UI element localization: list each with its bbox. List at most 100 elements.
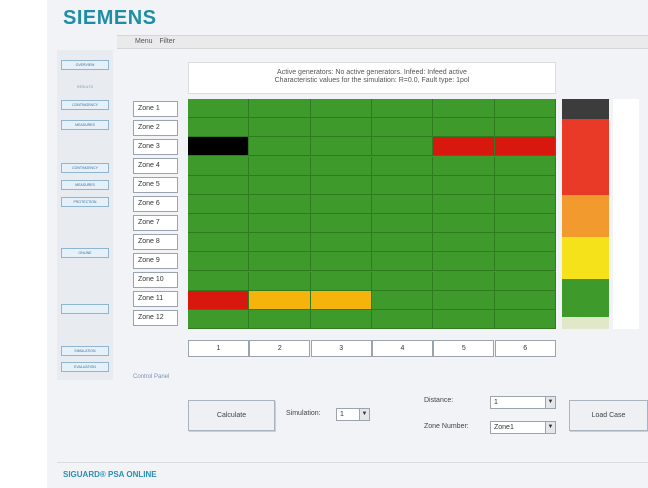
grid-cell-green: [494, 156, 556, 176]
grid-cell-green: [188, 309, 250, 329]
zone-label: Zone 6: [133, 196, 178, 212]
grid-cell-green: [249, 156, 311, 176]
column-number: 6: [494, 340, 556, 357]
distance-select[interactable]: 1 ▼: [490, 396, 556, 409]
grid-cell-red: [433, 137, 495, 157]
grid-cell-green: [494, 233, 556, 253]
grid-cell-green: [494, 99, 556, 119]
distance-label: Distance:: [424, 397, 454, 404]
sidebar-section-label: [61, 331, 109, 337]
grid-cell-green: [310, 194, 372, 214]
grid-cell-green: [249, 309, 311, 329]
grid-cell-green: [494, 309, 556, 329]
grid-cell-green: [372, 118, 434, 138]
grid-cell-green: [433, 156, 495, 176]
legend-track: [613, 99, 639, 329]
legend-band: [562, 317, 609, 329]
grid-cell-green: [188, 175, 250, 195]
footer-divider: [57, 462, 648, 463]
menu-item-menu[interactable]: Menu: [135, 36, 153, 48]
grid-cell-green: [188, 194, 250, 214]
zone-label: Zone 12: [133, 310, 178, 326]
grid-cell-green: [249, 175, 311, 195]
zone-label: Zone 9: [133, 253, 178, 269]
sidebar-button[interactable]: SIMULATION: [61, 346, 109, 356]
grid-cell-red: [494, 137, 556, 157]
zone-label: Zone 10: [133, 272, 178, 288]
grid-cell-red: [188, 290, 250, 310]
grid-cell-green: [372, 99, 434, 119]
grid-cell-green: [433, 252, 495, 272]
grid-cell-green: [249, 137, 311, 157]
calculate-button[interactable]: Calculate: [188, 400, 275, 431]
sidebar-button[interactable]: MEASURES: [61, 120, 109, 130]
grid-cell-green: [310, 156, 372, 176]
column-number: 3: [310, 340, 372, 357]
grid-cell-green: [494, 252, 556, 272]
sidebar-section-label: [61, 277, 109, 283]
grid-cell-green: [188, 252, 250, 272]
chevron-down-icon[interactable]: ▼: [359, 409, 369, 420]
sidebar-section-label: [61, 220, 109, 226]
grid-cell-green: [249, 99, 311, 119]
grid-cell-green: [433, 118, 495, 138]
grid-cell-green: [188, 118, 250, 138]
zone-number-select[interactable]: Zone1 ▼: [490, 421, 556, 434]
grid-cell-green: [249, 194, 311, 214]
grid-cell-green: [372, 194, 434, 214]
grid-cell-green: [372, 309, 434, 329]
menu-item-filter[interactable]: Filter: [159, 36, 175, 48]
grid-cell-green: [310, 214, 372, 234]
sidebar-section-label: [61, 290, 109, 296]
column-number: 4: [371, 340, 433, 357]
grid-cell-green: [249, 118, 311, 138]
grid-cell-green: [433, 175, 495, 195]
grid-cell-green: [494, 290, 556, 310]
chevron-down-icon[interactable]: ▼: [545, 397, 555, 408]
zone-label: Zone 3: [133, 139, 178, 155]
sidebar-button[interactable]: PROTECTION: [61, 197, 109, 207]
grid-cell-green: [188, 271, 250, 291]
column-number: 2: [249, 340, 311, 357]
grid-cell-green: [310, 309, 372, 329]
zone-number-value: Zone1: [494, 424, 514, 431]
sidebar-button[interactable]: CONTINGENCY: [61, 100, 109, 110]
grid-cell-green: [372, 252, 434, 272]
info-line-1: Active generators: No active generators.…: [277, 69, 467, 76]
sidebar-button[interactable]: EVALUATION: [61, 362, 109, 372]
simulation-info-box: Active generators: No active generators.…: [188, 62, 556, 94]
grid-cell-green: [494, 194, 556, 214]
sidebar-button[interactable]: ONLINE: [61, 248, 109, 258]
legend-band: [562, 99, 609, 119]
menu-bar: Menu Filter: [117, 35, 648, 49]
grid-cell-green: [433, 233, 495, 253]
grid-cell-green: [372, 214, 434, 234]
sidebar-button[interactable]: CONTINGENCY: [61, 163, 109, 173]
distance-value: 1: [494, 399, 498, 406]
grid-cell-green: [188, 99, 250, 119]
grid-cell-green: [494, 118, 556, 138]
grid-cell-green: [188, 156, 250, 176]
simulation-select[interactable]: 1 ▼: [336, 408, 370, 421]
zone-label: Zone 2: [133, 120, 178, 136]
grid-cell-green: [433, 214, 495, 234]
grid-cell-green: [310, 233, 372, 253]
sidebar-button[interactable]: [61, 304, 109, 314]
grid-cell-green: [249, 233, 311, 253]
zone-number-label: Zone Number:: [424, 423, 469, 430]
grid-cell-green: [494, 175, 556, 195]
load-case-button[interactable]: Load Case: [569, 400, 648, 431]
grid-cell-green: [372, 233, 434, 253]
zone-status-grid: [188, 99, 556, 329]
sidebar-button[interactable]: MEASURES: [61, 180, 109, 190]
grid-cell-green: [433, 290, 495, 310]
legend-band: [562, 237, 609, 279]
sidebar-section-label: [61, 139, 109, 145]
control-panel-title: Control Panel: [133, 374, 170, 380]
grid-cell-green: [494, 271, 556, 291]
sidebar-button[interactable]: OVERVIEW: [61, 60, 109, 70]
chevron-down-icon[interactable]: ▼: [545, 422, 555, 433]
legend-band: [562, 279, 609, 317]
simulation-label: Simulation:: [286, 410, 321, 417]
grid-cell-green: [249, 214, 311, 234]
